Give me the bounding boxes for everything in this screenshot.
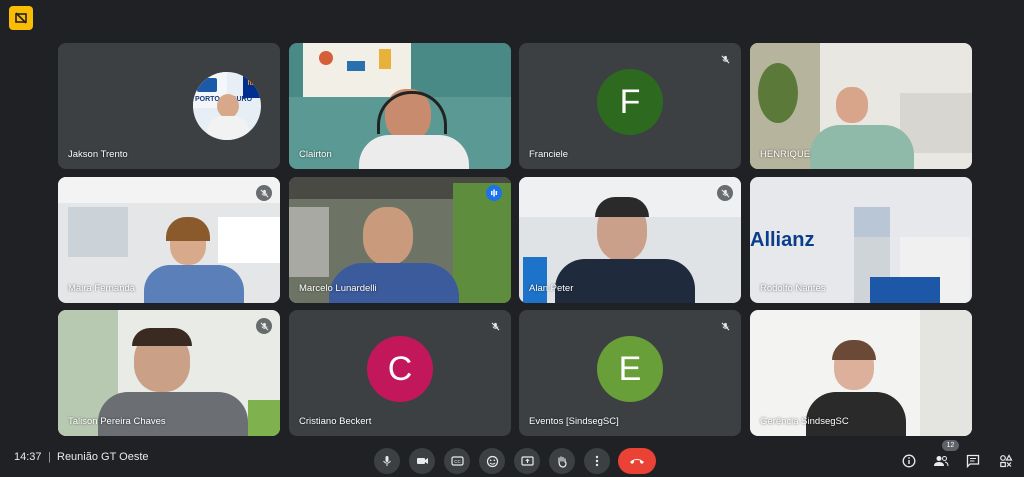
- participant-tile[interactable]: E Eventos [SindsegSC]: [519, 310, 741, 436]
- participant-name: Clairton: [299, 149, 332, 160]
- mic-off-icon: [717, 51, 733, 67]
- participant-name: Alan Peter: [529, 283, 574, 294]
- mic-off-icon: [717, 318, 733, 334]
- participant-name: Maira Fernanda: [68, 283, 136, 294]
- meeting-time: 14:37: [14, 451, 42, 463]
- people-icon: [934, 456, 949, 467]
- microphone-button[interactable]: [374, 448, 400, 474]
- svg-text:CC: CC: [454, 459, 461, 464]
- participant-tile[interactable]: HENRIQUE: [750, 43, 972, 169]
- captions-icon: CC: [450, 456, 464, 466]
- more-options-button[interactable]: [584, 448, 610, 474]
- participant-tile[interactable]: Clairton: [289, 43, 511, 169]
- participant-name: Cristiano Beckert: [299, 416, 372, 427]
- participant-tile[interactable]: Maira Fernanda: [58, 177, 280, 303]
- raise-hand-button[interactable]: [549, 448, 575, 474]
- participant-name: Jakson Trento: [68, 149, 128, 160]
- mic-off-icon: [256, 318, 272, 334]
- participant-name: Eventos [SindsegSC]: [529, 416, 619, 427]
- participant-tile[interactable]: Talison Pereira Chaves: [58, 310, 280, 436]
- participant-avatar: C: [367, 336, 433, 402]
- microphone-icon: [383, 456, 391, 466]
- participant-name: Gerência SindsegSC: [760, 416, 849, 427]
- hand-icon: [558, 455, 567, 468]
- people-button[interactable]: [931, 451, 951, 471]
- participant-tile[interactable]: C Cristiano Beckert: [289, 310, 511, 436]
- participant-tile[interactable]: Alan Peter: [519, 177, 741, 303]
- people-count-badge: 12: [942, 440, 959, 451]
- participant-avatar: F: [597, 69, 663, 135]
- meeting-details-button[interactable]: [899, 451, 919, 471]
- chat-button[interactable]: [963, 451, 983, 471]
- logo-text: Allianz: [750, 229, 815, 251]
- mic-off-icon: [717, 185, 733, 201]
- captions-button[interactable]: CC: [444, 448, 470, 474]
- participant-tile-active-speaker[interactable]: Marcelo Lunardelli: [289, 177, 511, 303]
- participant-tile[interactable]: Allianz Rodolfo Nantes: [750, 177, 972, 303]
- activities-icon: [1000, 454, 1013, 468]
- participant-name: Talison Pereira Chaves: [68, 416, 166, 427]
- chat-icon: [966, 454, 980, 468]
- participant-name: HENRIQUE: [760, 149, 811, 160]
- participant-name: Franciele: [529, 149, 569, 160]
- more-vert-icon: [595, 455, 599, 467]
- participant-tile[interactable]: PORTO SEGURO Itaú Jakson Trento: [58, 43, 280, 169]
- participant-name: Rodolfo Nantes: [760, 283, 826, 294]
- meeting-title: Reunião GT Oeste: [57, 451, 149, 463]
- participant-tile[interactable]: F Franciele: [519, 43, 741, 169]
- speaking-indicator-icon: [486, 185, 502, 201]
- reactions-button[interactable]: [479, 448, 505, 474]
- leave-call-button[interactable]: [618, 448, 656, 474]
- participant-name: Marcelo Lunardelli: [299, 283, 377, 294]
- mic-off-icon: [256, 185, 272, 201]
- info-icon: [902, 454, 916, 468]
- camera-icon: [416, 458, 428, 464]
- profile-picture: PORTO SEGURO Itaú: [193, 72, 261, 140]
- hang-up-icon: [630, 459, 644, 464]
- camera-button[interactable]: [409, 448, 435, 474]
- participant-avatar: E: [597, 336, 663, 402]
- present-screen-button[interactable]: [514, 448, 540, 474]
- activities-button[interactable]: [996, 451, 1016, 471]
- emoji-icon: [486, 455, 498, 467]
- participant-tile[interactable]: Gerência SindsegSC: [750, 310, 972, 436]
- present-icon: [520, 456, 534, 466]
- mic-off-icon: [487, 318, 503, 334]
- logo-text: Itaú: [247, 80, 260, 87]
- separator: |: [48, 451, 51, 463]
- presentation-alert-icon[interactable]: [9, 6, 33, 30]
